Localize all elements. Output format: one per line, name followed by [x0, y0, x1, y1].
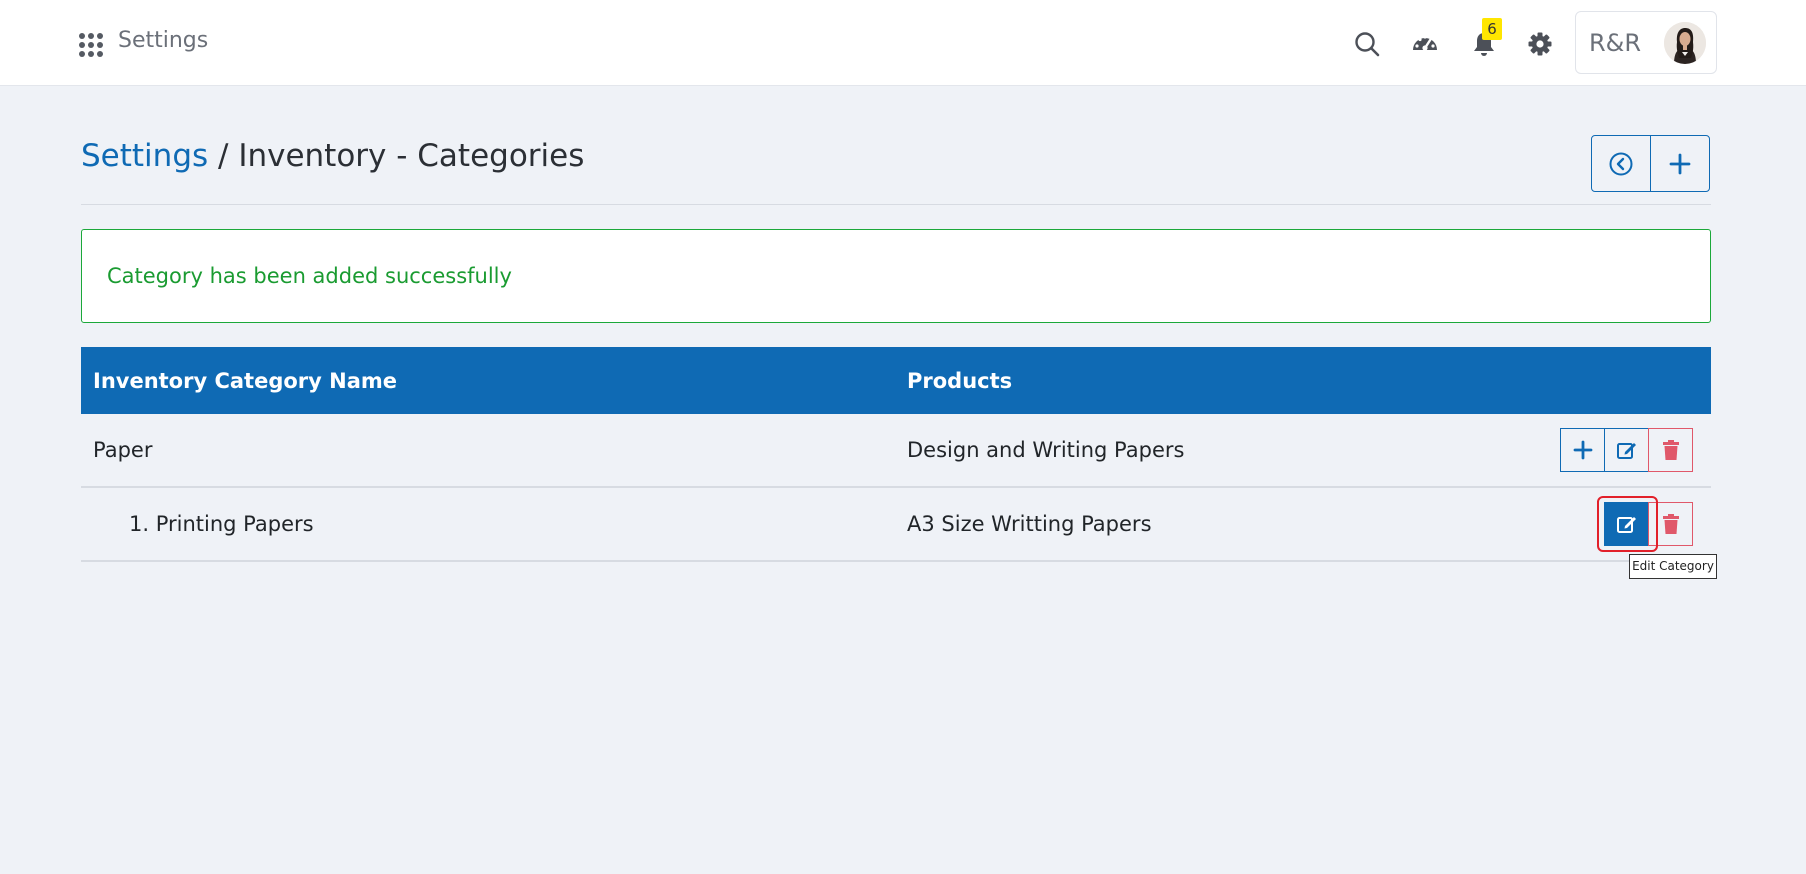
avatar [1664, 22, 1706, 64]
search-icon[interactable] [1353, 30, 1381, 58]
edit-category-button[interactable] [1604, 428, 1649, 472]
table-row: 1. Printing Papers A3 Size Writting Pape… [81, 488, 1711, 562]
category-name-cell: Paper [93, 438, 153, 462]
apps-grid-icon[interactable] [78, 32, 104, 58]
table-row: Paper Design and Writing Papers [81, 414, 1711, 488]
user-initials: R&R [1589, 29, 1642, 57]
plus-icon [1573, 440, 1592, 460]
breadcrumb-separator: / [208, 138, 239, 174]
app-title: Settings [118, 28, 209, 53]
trash-icon [1662, 514, 1679, 534]
back-button[interactable] [1592, 136, 1650, 191]
page-actions [1591, 135, 1710, 192]
add-category-button[interactable] [1650, 136, 1709, 191]
notification-badge: 6 [1482, 18, 1502, 40]
plus-icon [1669, 153, 1691, 174]
edit-icon [1616, 443, 1636, 459]
products-cell: A3 Size Writting Papers [907, 512, 1152, 536]
add-subcategory-button[interactable] [1560, 428, 1605, 472]
chevron-left-circle-icon [1609, 152, 1633, 175]
category-name-cell: 1. Printing Papers [129, 512, 314, 536]
edit-category-tooltip: Edit Category [1629, 554, 1717, 579]
dashboard-gauge-icon[interactable] [1411, 30, 1439, 58]
alert-message: Category has been added successfully [107, 264, 512, 288]
breadcrumb-settings-link[interactable]: Settings [81, 138, 208, 174]
column-header-products: Products [907, 369, 1013, 393]
top-navbar: Settings 6 R&R [0, 0, 1806, 86]
delete-category-button[interactable] [1648, 428, 1693, 472]
user-menu[interactable]: R&R [1575, 11, 1717, 74]
focus-highlight [1597, 496, 1658, 552]
table-header: Inventory Category Name Products [81, 347, 1711, 414]
gear-icon[interactable] [1526, 30, 1554, 58]
column-header-category-name: Inventory Category Name [93, 369, 398, 393]
trash-icon [1662, 440, 1679, 460]
success-alert: Category has been added successfully [81, 229, 1711, 323]
breadcrumb: Settings / Inventory - Categories [81, 138, 584, 174]
header-divider [81, 204, 1711, 205]
page-title: Inventory - Categories [238, 138, 585, 174]
categories-table: Inventory Category Name Products Paper D… [81, 347, 1711, 562]
products-cell: Design and Writing Papers [907, 438, 1185, 462]
